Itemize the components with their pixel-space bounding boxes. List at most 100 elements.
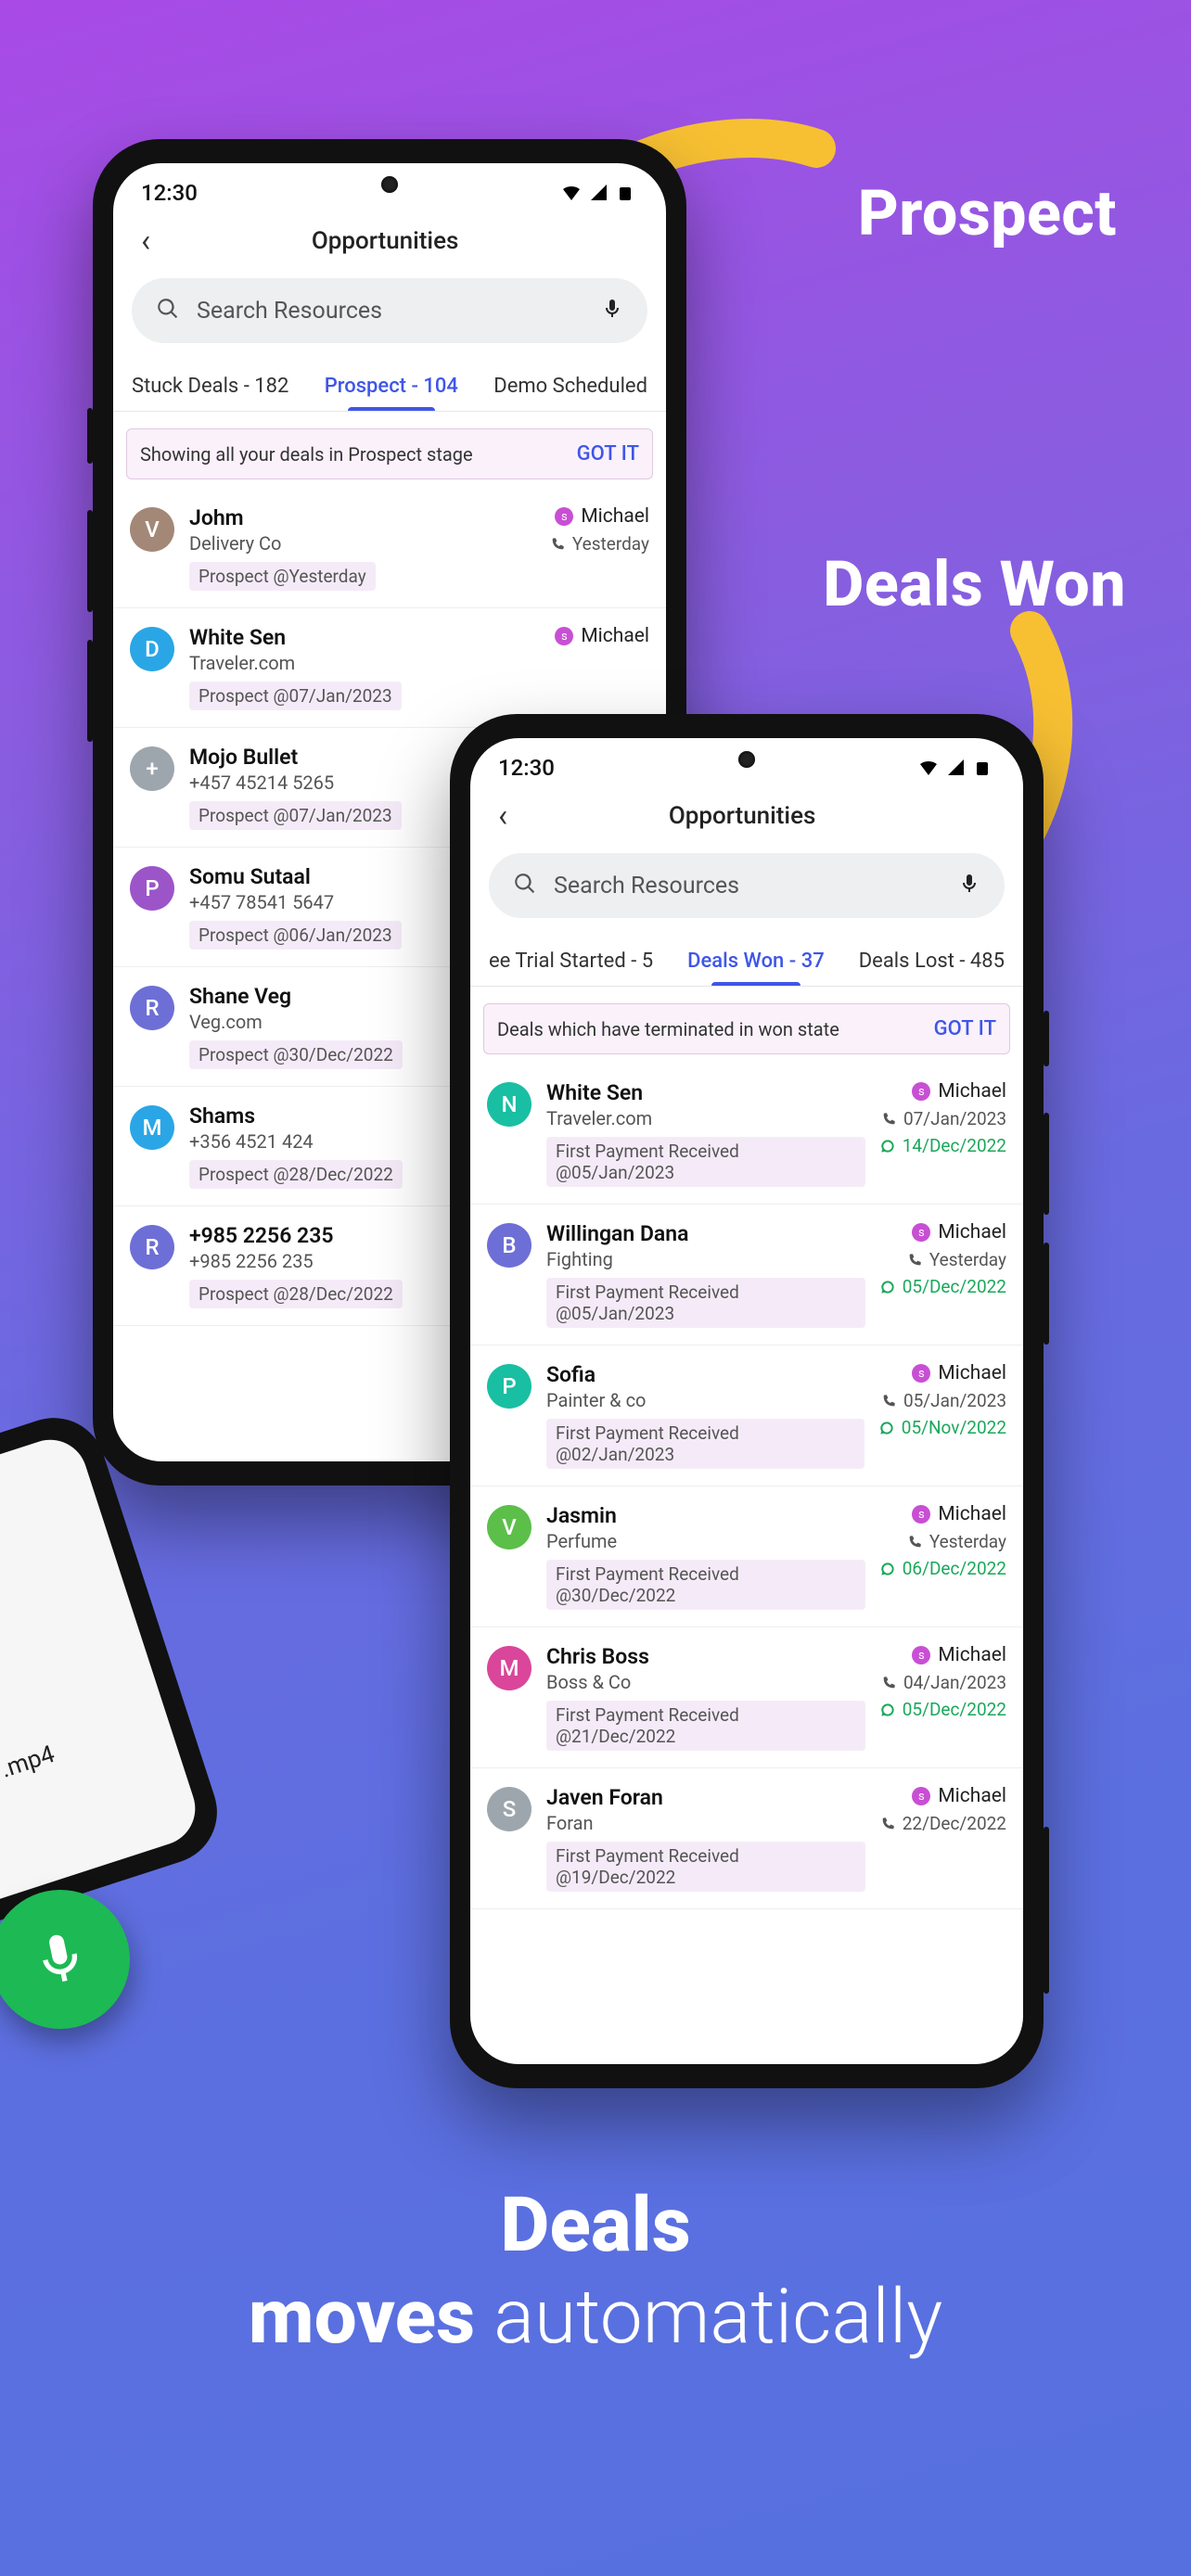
owner-badge: sMichael bbox=[912, 1221, 1006, 1243]
avatar: D bbox=[130, 627, 174, 671]
stage-tag: Prospect @07/Jan/2023 bbox=[189, 801, 402, 830]
page-title: Opportunities bbox=[480, 802, 1005, 830]
wifi-icon bbox=[560, 182, 583, 204]
marketing-caption: Deals moves automatically bbox=[0, 2180, 1191, 2363]
stage-tag: First Payment Received @05/Jan/2023 bbox=[546, 1278, 865, 1328]
stage-tag: First Payment Received @21/Dec/2022 bbox=[546, 1701, 865, 1751]
tab-deals-won[interactable]: Deals Won - 37 bbox=[682, 940, 830, 986]
search-placeholder: Search Resources bbox=[197, 298, 584, 325]
avatar: + bbox=[130, 746, 174, 791]
info-banner: Showing all your deals in Prospect stage… bbox=[126, 428, 653, 479]
meta-whatsapp: 14/Dec/2022 bbox=[880, 1135, 1006, 1156]
search-placeholder: Search Resources bbox=[554, 873, 941, 899]
status-icons bbox=[560, 182, 638, 204]
owner-badge: sMichael bbox=[555, 505, 649, 528]
stage-tag: Prospect @30/Dec/2022 bbox=[189, 1040, 403, 1069]
phone-dealswon: 12:30 ‹ Opportunities Search Resources e… bbox=[450, 714, 1044, 2088]
mic-icon[interactable] bbox=[601, 295, 623, 326]
battery-icon bbox=[973, 757, 995, 779]
item-sub: Foran bbox=[546, 1812, 865, 1834]
owner-badge: sMichael bbox=[912, 1362, 1006, 1384]
caption-line2-bold: moves bbox=[249, 2273, 475, 2362]
stage-tag: Prospect @28/Dec/2022 bbox=[189, 1160, 403, 1189]
item-sub: Traveler.com bbox=[546, 1107, 865, 1129]
stage-tag: Prospect @06/Jan/2023 bbox=[189, 921, 402, 950]
tab-prospect[interactable]: Prospect - 104 bbox=[319, 365, 464, 411]
item-name: Javen Foran bbox=[546, 1785, 865, 1810]
meta-whatsapp: 06/Dec/2022 bbox=[880, 1558, 1006, 1579]
item-sub: Delivery Co bbox=[189, 532, 535, 555]
tab-stuck-deals[interactable]: Stuck Deals - 182 bbox=[126, 365, 294, 411]
list-item[interactable]: BWillingan DanaFightingFirst Payment Rec… bbox=[470, 1205, 1023, 1345]
status-time: 12:30 bbox=[498, 755, 555, 781]
avatar: R bbox=[130, 986, 174, 1030]
item-name: Chris Boss bbox=[546, 1644, 865, 1669]
stage-tag: First Payment Received @19/Dec/2022 bbox=[546, 1842, 865, 1892]
avatar: P bbox=[130, 866, 174, 911]
meta-whatsapp: 05/Dec/2022 bbox=[880, 1276, 1006, 1297]
caption-line1: Deals bbox=[0, 2180, 1191, 2271]
meta-call: Yesterday bbox=[907, 1531, 1006, 1552]
tab-free-trial[interactable]: ee Trial Started - 5 bbox=[483, 940, 659, 986]
signal-icon bbox=[588, 182, 610, 204]
item-name: Johm bbox=[189, 505, 535, 530]
list-item[interactable]: V JohmDelivery Co Prospect @Yesterday sMich… bbox=[113, 489, 666, 608]
avatar: P bbox=[487, 1364, 531, 1409]
meta-call: 04/Jan/2023 bbox=[881, 1672, 1006, 1693]
stage-tag: First Payment Received @05/Jan/2023 bbox=[546, 1137, 865, 1187]
wifi-icon bbox=[917, 757, 940, 779]
banner-gotit[interactable]: GOT IT bbox=[934, 1017, 996, 1040]
banner-msg: Deals which have terminated in won state bbox=[497, 1018, 934, 1040]
avatar: V bbox=[487, 1505, 531, 1549]
deal-list: N White SenTraveler.com First Payment Rece… bbox=[470, 1064, 1023, 1909]
item-sub: Boss & Co bbox=[546, 1671, 865, 1693]
meta-whatsapp: 05/Nov/2022 bbox=[879, 1417, 1006, 1438]
stage-tag: First Payment Received @30/Dec/2022 bbox=[546, 1560, 865, 1610]
item-name: White Sen bbox=[546, 1080, 865, 1105]
item-sub: Fighting bbox=[546, 1248, 865, 1270]
mic-icon[interactable] bbox=[958, 870, 980, 901]
item-sub: Perfume bbox=[546, 1530, 865, 1552]
avatar: R bbox=[130, 1225, 174, 1269]
meta-call: 05/Jan/2023 bbox=[881, 1390, 1006, 1411]
avatar: V bbox=[130, 507, 174, 552]
item-name: White Sen bbox=[189, 625, 540, 650]
search-icon bbox=[156, 297, 180, 325]
list-item[interactable]: V JasminPerfume First Payment Received @30… bbox=[470, 1486, 1023, 1627]
owner-badge: sMichael bbox=[912, 1785, 1006, 1807]
avatar: S bbox=[487, 1787, 531, 1831]
signal-icon bbox=[945, 757, 967, 779]
page-title: Opportunities bbox=[122, 227, 647, 255]
label-prospect: Prospect bbox=[858, 176, 1117, 250]
search-input[interactable]: Search Resources bbox=[489, 853, 1005, 918]
stage-tag: First Payment Received @02/Jan/2023 bbox=[546, 1419, 864, 1469]
banner-msg: Showing all your deals in Prospect stage bbox=[140, 443, 577, 465]
avatar: M bbox=[130, 1105, 174, 1150]
list-item[interactable]: DWhite SenTraveler.comProspect @07/Jan/2… bbox=[113, 608, 666, 728]
tab-demo-scheduled[interactable]: Demo Scheduled bbox=[488, 365, 653, 411]
info-banner: Deals which have terminated in won state… bbox=[483, 1003, 1010, 1054]
mic-fab[interactable] bbox=[0, 1877, 143, 2042]
peek-file-label: .mp4 bbox=[0, 1703, 172, 1820]
owner-badge: sMichael bbox=[912, 1080, 1006, 1103]
camera-notch bbox=[381, 176, 398, 193]
banner-gotit[interactable]: GOT IT bbox=[577, 442, 639, 465]
tab-deals-lost[interactable]: Deals Lost - 485 bbox=[853, 940, 1010, 986]
owner-badge: sMichael bbox=[912, 1644, 1006, 1666]
search-input[interactable]: Search Resources bbox=[132, 278, 647, 343]
list-item[interactable]: MChris BossBoss & CoFirst Payment Receiv… bbox=[470, 1627, 1023, 1768]
caption-line2-normal: automatically bbox=[475, 2273, 942, 2362]
stage-tag: Prospect @Yesterday bbox=[189, 562, 376, 591]
list-item[interactable]: N White SenTraveler.com First Payment Rece… bbox=[470, 1064, 1023, 1205]
battery-icon bbox=[616, 182, 638, 204]
stage-tag: Prospect @28/Dec/2022 bbox=[189, 1280, 403, 1308]
list-item[interactable]: S Javen ForanForan First Payment Received … bbox=[470, 1768, 1023, 1909]
avatar: N bbox=[487, 1082, 531, 1127]
meta-call: 07/Jan/2023 bbox=[881, 1108, 1006, 1129]
item-name: Jasmin bbox=[546, 1503, 865, 1528]
meta-call: Yesterday bbox=[907, 1249, 1006, 1270]
list-item[interactable]: PSofiaPainter & coFirst Payment Received… bbox=[470, 1345, 1023, 1486]
search-icon bbox=[513, 872, 537, 899]
phone-peek: .mp4 bbox=[0, 1405, 230, 1949]
meta-call: Yesterday bbox=[550, 533, 649, 555]
